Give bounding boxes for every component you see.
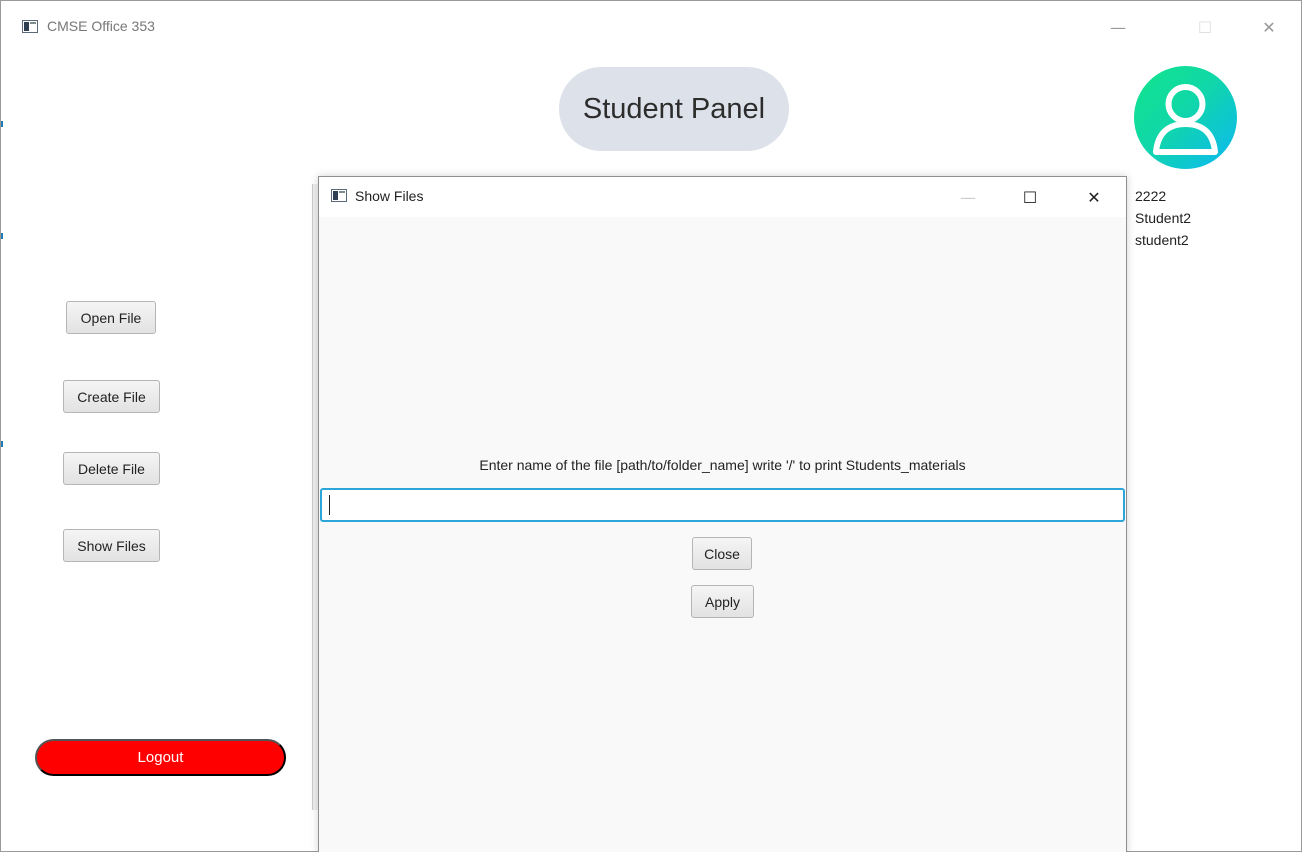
minimize-icon: — [960, 187, 976, 207]
dialog-title: Show Files [355, 188, 424, 204]
window-edge-mark [1, 441, 3, 447]
maximize-icon: ☐ [1197, 17, 1213, 37]
main-titlebar[interactable]: CMSE Office 353 — ☐ ✕ [1, 1, 1301, 53]
open-file-button[interactable]: Open File [66, 301, 156, 334]
dialog-titlebar[interactable]: Show Files — ☐ ✕ [319, 177, 1126, 217]
dialog-close-button[interactable]: ✕ [1071, 182, 1117, 212]
dialog-close-action-button[interactable]: Close [692, 537, 752, 570]
avatar [1134, 66, 1237, 169]
show-files-button[interactable]: Show Files [63, 529, 160, 562]
main-window: CMSE Office 353 — ☐ ✕ Student Panel 2222… [0, 0, 1302, 852]
user-info: 2222 Student2 student2 [1135, 185, 1191, 251]
dialog-app-icon [331, 189, 347, 202]
file-path-input[interactable] [320, 488, 1125, 522]
text-caret [329, 495, 330, 515]
delete-file-button[interactable]: Delete File [63, 452, 160, 485]
app-icon [22, 20, 38, 33]
minimize-button[interactable]: — [1095, 12, 1141, 42]
close-button[interactable]: ✕ [1246, 12, 1292, 42]
maximize-button[interactable]: ☐ [1182, 12, 1228, 42]
close-icon: ✕ [1087, 187, 1101, 207]
user-icon [1153, 84, 1218, 155]
window-edge-mark [1, 121, 3, 127]
dialog-apply-button[interactable]: Apply [691, 585, 754, 618]
dialog-maximize-button[interactable]: ☐ [1007, 182, 1053, 212]
user-name: Student2 [1135, 210, 1192, 226]
show-files-dialog: Show Files — ☐ ✕ Enter name of the file … [318, 176, 1127, 852]
create-file-button[interactable]: Create File [63, 380, 160, 413]
maximize-icon: ☐ [1022, 187, 1038, 207]
minimize-icon: — [1110, 17, 1126, 37]
user-username: student2 [1135, 232, 1189, 248]
user-id: 2222 [1135, 188, 1167, 204]
close-icon: ✕ [1262, 17, 1276, 37]
main-window-title: CMSE Office 353 [47, 18, 155, 34]
window-edge-mark [1, 233, 3, 239]
panel-title: Student Panel [559, 67, 789, 151]
file-path-prompt: Enter name of the file [path/to/folder_n… [479, 457, 966, 473]
dialog-minimize-button[interactable]: — [945, 182, 991, 212]
logout-button[interactable]: Logout [35, 739, 286, 776]
